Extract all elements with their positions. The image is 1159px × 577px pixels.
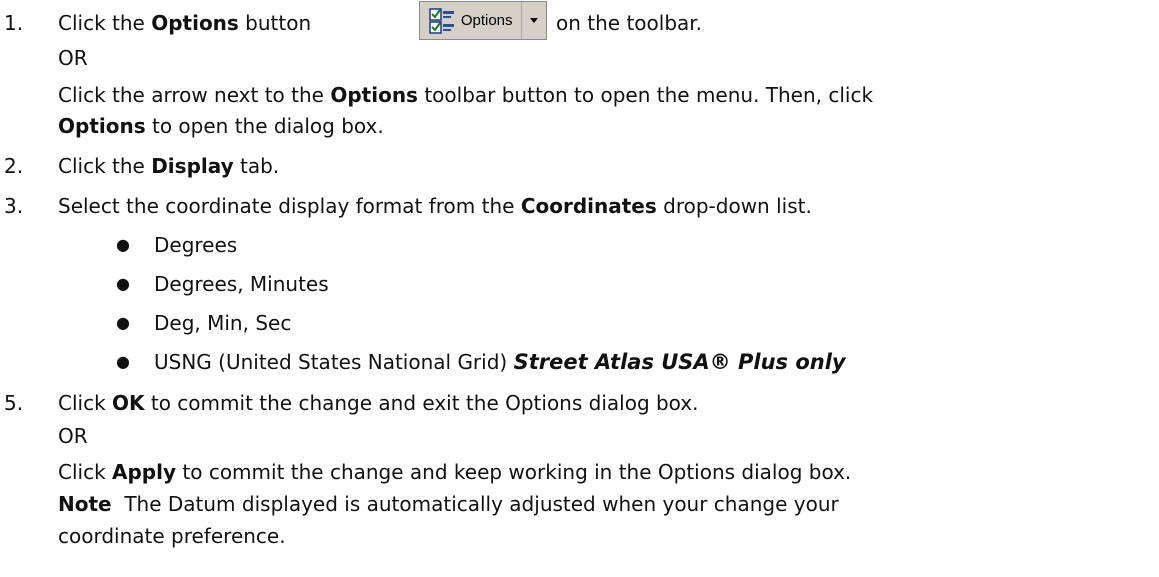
checklist-icon — [429, 7, 454, 34]
step-number: 2. — [4, 154, 24, 178]
help-document: 1. Click the Options button Options on t… — [0, 0, 1159, 577]
bullet-icon: ● — [116, 313, 130, 332]
step-1-post: on the toolbar. — [556, 11, 703, 35]
note: Note The Datum displayed is automaticall… — [58, 492, 839, 516]
step-number: 3. — [4, 194, 24, 218]
step-number: 1. — [4, 11, 24, 35]
step-number: 5. — [4, 391, 24, 415]
options-button: Options — [420, 2, 523, 39]
options-toolbar-button-image: Options — [419, 1, 547, 40]
dropdown-arrow-icon — [522, 2, 546, 39]
options-button-label: Options — [460, 12, 513, 29]
note-continued: coordinate preference. — [58, 524, 286, 548]
or-text: OR — [58, 424, 88, 448]
bullet-icon: ● — [116, 235, 130, 254]
bullet-icon: ● — [116, 274, 130, 293]
step-5-alt: Click Apply to commit the change and kee… — [58, 460, 852, 484]
bullet-icon: ● — [116, 352, 130, 371]
or-text: OR — [58, 46, 88, 70]
step-1-alt2: Options to open the dialog box. — [58, 114, 384, 138]
step-1-alt: Click the arrow next to the Options tool… — [58, 83, 874, 107]
